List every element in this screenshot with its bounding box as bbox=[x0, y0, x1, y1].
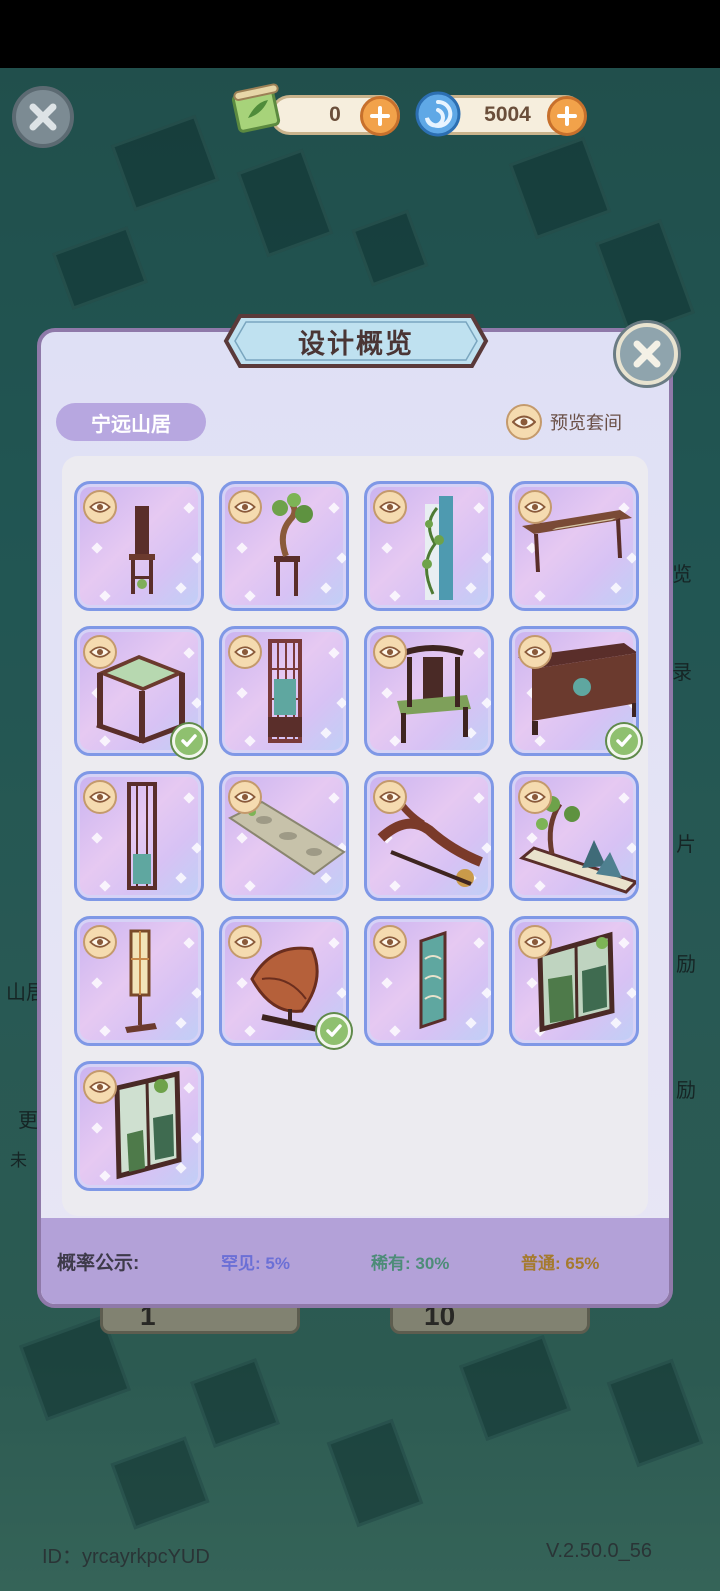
rate-rare: 罕见: 5% bbox=[221, 1253, 290, 1273]
eye-icon[interactable] bbox=[83, 490, 117, 524]
furniture-card-wave-painting[interactable] bbox=[364, 916, 494, 1046]
suite-name-tag: 宁远山居 bbox=[56, 403, 206, 441]
eye-icon[interactable] bbox=[518, 925, 552, 959]
furniture-card-bamboo-window[interactable] bbox=[74, 1061, 204, 1191]
furniture-card-driftwood-decor[interactable] bbox=[364, 771, 494, 901]
eye-icon[interactable] bbox=[373, 635, 407, 669]
version-label: V.2.50.0_56 bbox=[546, 1540, 653, 1562]
eye-icon[interactable] bbox=[518, 780, 552, 814]
scroll-icon bbox=[231, 83, 281, 133]
close-screen-button[interactable] bbox=[12, 86, 74, 148]
furniture-card-armchair[interactable] bbox=[364, 626, 494, 756]
owned-check-icon bbox=[317, 1014, 351, 1048]
owned-check-icon bbox=[172, 724, 206, 758]
rate-common: 普通: 65% bbox=[521, 1253, 600, 1273]
furniture-card-garden-window[interactable] bbox=[509, 916, 639, 1046]
close-icon bbox=[633, 340, 661, 368]
furniture-card-lattice-screen[interactable] bbox=[219, 626, 349, 756]
probability-label: 概率公示: bbox=[57, 1252, 140, 1274]
eye-icon[interactable] bbox=[83, 1070, 117, 1104]
owned-check-icon bbox=[607, 724, 641, 758]
eye-icon[interactable] bbox=[228, 780, 262, 814]
eye-icon[interactable] bbox=[83, 635, 117, 669]
preview-suite-button[interactable]: 预览套间 bbox=[506, 403, 622, 441]
eye-icon[interactable] bbox=[373, 925, 407, 959]
swirl-gem-icon bbox=[415, 91, 461, 137]
furniture-card-landscape-bonsai[interactable] bbox=[509, 771, 639, 901]
eye-icon[interactable] bbox=[373, 780, 407, 814]
eye-icon[interactable] bbox=[228, 635, 262, 669]
status-bar bbox=[0, 0, 720, 68]
eye-icon[interactable] bbox=[83, 925, 117, 959]
plus-icon bbox=[557, 106, 577, 126]
eye-icon[interactable] bbox=[518, 635, 552, 669]
furniture-card-floor-lamp[interactable] bbox=[74, 916, 204, 1046]
furniture-card-lattice-panel[interactable] bbox=[74, 771, 204, 901]
eye-icon[interactable] bbox=[228, 925, 262, 959]
add-swirl-button[interactable] bbox=[547, 96, 587, 136]
eye-icon[interactable] bbox=[228, 490, 262, 524]
furniture-card-long-table[interactable] bbox=[509, 481, 639, 611]
player-id: ID：yrcayrkpcYUD bbox=[42, 1546, 210, 1568]
preview-suite-label: 预览套间 bbox=[550, 413, 622, 433]
eye-icon[interactable] bbox=[518, 490, 552, 524]
eye-icon[interactable] bbox=[83, 780, 117, 814]
probability-bar: 概率公示: 罕见: 5% 稀有: 30% 普通: 65% bbox=[41, 1218, 669, 1304]
furniture-card-bonsai-stand[interactable] bbox=[219, 481, 349, 611]
rate-epic: 稀有: 30% bbox=[371, 1253, 450, 1273]
dialog-title: 设计概览 bbox=[298, 328, 414, 359]
eye-icon[interactable] bbox=[373, 490, 407, 524]
furniture-card-vine-screen[interactable] bbox=[364, 481, 494, 611]
close-icon bbox=[29, 103, 57, 131]
furniture-card-stone-path-rug[interactable] bbox=[219, 771, 349, 901]
plus-icon bbox=[370, 106, 390, 126]
add-scroll-button[interactable] bbox=[360, 96, 400, 136]
dialog-title-banner: 设计概览 bbox=[222, 312, 490, 370]
close-dialog-button[interactable] bbox=[616, 323, 678, 385]
eye-icon bbox=[506, 404, 542, 440]
furniture-card-tall-back-chair[interactable] bbox=[74, 481, 204, 611]
